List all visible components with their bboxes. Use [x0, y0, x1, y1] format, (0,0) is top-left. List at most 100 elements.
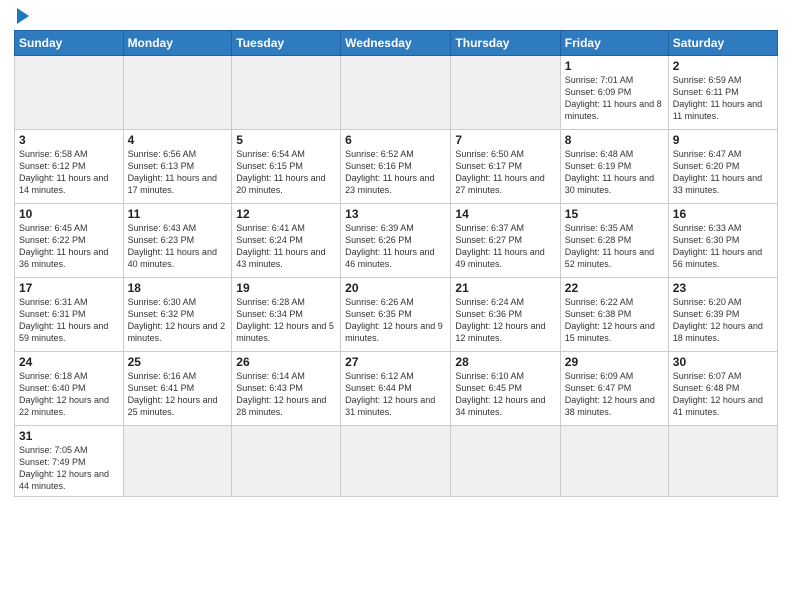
day-number: 14	[455, 207, 555, 221]
day-info: Sunrise: 6:48 AM Sunset: 6:19 PM Dayligh…	[565, 148, 664, 197]
day-number: 18	[128, 281, 228, 295]
day-info: Sunrise: 6:47 AM Sunset: 6:20 PM Dayligh…	[673, 148, 773, 197]
day-number: 31	[19, 429, 119, 443]
day-number: 11	[128, 207, 228, 221]
calendar-cell: 29Sunrise: 6:09 AM Sunset: 6:47 PM Dayli…	[560, 352, 668, 426]
day-info: Sunrise: 6:56 AM Sunset: 6:13 PM Dayligh…	[128, 148, 228, 197]
weekday-header-monday: Monday	[123, 31, 232, 56]
page: SundayMondayTuesdayWednesdayThursdayFrid…	[0, 0, 792, 507]
logo-triangle-icon	[17, 8, 29, 24]
day-info: Sunrise: 6:58 AM Sunset: 6:12 PM Dayligh…	[19, 148, 119, 197]
day-info: Sunrise: 6:52 AM Sunset: 6:16 PM Dayligh…	[345, 148, 446, 197]
calendar-cell: 31Sunrise: 7:05 AM Sunset: 7:49 PM Dayli…	[15, 426, 124, 497]
calendar-cell: 28Sunrise: 6:10 AM Sunset: 6:45 PM Dayli…	[451, 352, 560, 426]
day-info: Sunrise: 6:59 AM Sunset: 6:11 PM Dayligh…	[673, 74, 773, 123]
day-info: Sunrise: 6:33 AM Sunset: 6:30 PM Dayligh…	[673, 222, 773, 271]
calendar-cell: 17Sunrise: 6:31 AM Sunset: 6:31 PM Dayli…	[15, 278, 124, 352]
calendar-cell	[123, 426, 232, 497]
day-info: Sunrise: 6:30 AM Sunset: 6:32 PM Dayligh…	[128, 296, 228, 345]
day-number: 8	[565, 133, 664, 147]
day-info: Sunrise: 6:09 AM Sunset: 6:47 PM Dayligh…	[565, 370, 664, 419]
day-number: 24	[19, 355, 119, 369]
calendar-cell: 8Sunrise: 6:48 AM Sunset: 6:19 PM Daylig…	[560, 130, 668, 204]
calendar-cell: 27Sunrise: 6:12 AM Sunset: 6:44 PM Dayli…	[341, 352, 451, 426]
calendar-cell: 21Sunrise: 6:24 AM Sunset: 6:36 PM Dayli…	[451, 278, 560, 352]
day-number: 7	[455, 133, 555, 147]
calendar-cell: 7Sunrise: 6:50 AM Sunset: 6:17 PM Daylig…	[451, 130, 560, 204]
weekday-header-row: SundayMondayTuesdayWednesdayThursdayFrid…	[15, 31, 778, 56]
weekday-header-sunday: Sunday	[15, 31, 124, 56]
day-info: Sunrise: 6:20 AM Sunset: 6:39 PM Dayligh…	[673, 296, 773, 345]
header	[14, 10, 778, 24]
day-info: Sunrise: 6:54 AM Sunset: 6:15 PM Dayligh…	[236, 148, 336, 197]
calendar-cell: 16Sunrise: 6:33 AM Sunset: 6:30 PM Dayli…	[668, 204, 777, 278]
calendar-cell: 22Sunrise: 6:22 AM Sunset: 6:38 PM Dayli…	[560, 278, 668, 352]
calendar-cell: 11Sunrise: 6:43 AM Sunset: 6:23 PM Dayli…	[123, 204, 232, 278]
day-number: 1	[565, 59, 664, 73]
day-info: Sunrise: 6:39 AM Sunset: 6:26 PM Dayligh…	[345, 222, 446, 271]
weekday-header-friday: Friday	[560, 31, 668, 56]
day-number: 12	[236, 207, 336, 221]
day-number: 20	[345, 281, 446, 295]
calendar-cell: 26Sunrise: 6:14 AM Sunset: 6:43 PM Dayli…	[232, 352, 341, 426]
day-info: Sunrise: 6:43 AM Sunset: 6:23 PM Dayligh…	[128, 222, 228, 271]
day-info: Sunrise: 6:16 AM Sunset: 6:41 PM Dayligh…	[128, 370, 228, 419]
calendar-cell: 30Sunrise: 6:07 AM Sunset: 6:48 PM Dayli…	[668, 352, 777, 426]
day-info: Sunrise: 6:37 AM Sunset: 6:27 PM Dayligh…	[455, 222, 555, 271]
day-info: Sunrise: 6:18 AM Sunset: 6:40 PM Dayligh…	[19, 370, 119, 419]
calendar-cell	[15, 56, 124, 130]
calendar-cell: 2Sunrise: 6:59 AM Sunset: 6:11 PM Daylig…	[668, 56, 777, 130]
calendar-cell	[451, 56, 560, 130]
calendar-cell: 5Sunrise: 6:54 AM Sunset: 6:15 PM Daylig…	[232, 130, 341, 204]
day-number: 30	[673, 355, 773, 369]
calendar-cell	[232, 426, 341, 497]
day-info: Sunrise: 7:05 AM Sunset: 7:49 PM Dayligh…	[19, 444, 119, 493]
calendar-cell	[560, 426, 668, 497]
day-number: 9	[673, 133, 773, 147]
calendar-cell: 18Sunrise: 6:30 AM Sunset: 6:32 PM Dayli…	[123, 278, 232, 352]
day-number: 16	[673, 207, 773, 221]
weekday-header-thursday: Thursday	[451, 31, 560, 56]
day-number: 22	[565, 281, 664, 295]
day-info: Sunrise: 6:45 AM Sunset: 6:22 PM Dayligh…	[19, 222, 119, 271]
day-number: 2	[673, 59, 773, 73]
day-info: Sunrise: 6:35 AM Sunset: 6:28 PM Dayligh…	[565, 222, 664, 271]
weekday-header-wednesday: Wednesday	[341, 31, 451, 56]
calendar-cell	[341, 56, 451, 130]
calendar-cell: 4Sunrise: 6:56 AM Sunset: 6:13 PM Daylig…	[123, 130, 232, 204]
day-number: 6	[345, 133, 446, 147]
day-info: Sunrise: 6:28 AM Sunset: 6:34 PM Dayligh…	[236, 296, 336, 345]
day-info: Sunrise: 6:10 AM Sunset: 6:45 PM Dayligh…	[455, 370, 555, 419]
day-info: Sunrise: 6:26 AM Sunset: 6:35 PM Dayligh…	[345, 296, 446, 345]
calendar-cell: 14Sunrise: 6:37 AM Sunset: 6:27 PM Dayli…	[451, 204, 560, 278]
day-number: 17	[19, 281, 119, 295]
day-info: Sunrise: 6:12 AM Sunset: 6:44 PM Dayligh…	[345, 370, 446, 419]
day-number: 15	[565, 207, 664, 221]
day-number: 13	[345, 207, 446, 221]
calendar-cell: 13Sunrise: 6:39 AM Sunset: 6:26 PM Dayli…	[341, 204, 451, 278]
day-info: Sunrise: 7:01 AM Sunset: 6:09 PM Dayligh…	[565, 74, 664, 123]
calendar-cell: 19Sunrise: 6:28 AM Sunset: 6:34 PM Dayli…	[232, 278, 341, 352]
logo	[14, 10, 29, 24]
calendar-week-row: 1Sunrise: 7:01 AM Sunset: 6:09 PM Daylig…	[15, 56, 778, 130]
weekday-header-tuesday: Tuesday	[232, 31, 341, 56]
day-number: 28	[455, 355, 555, 369]
calendar-cell: 20Sunrise: 6:26 AM Sunset: 6:35 PM Dayli…	[341, 278, 451, 352]
calendar-week-row: 3Sunrise: 6:58 AM Sunset: 6:12 PM Daylig…	[15, 130, 778, 204]
day-number: 21	[455, 281, 555, 295]
calendar-week-row: 24Sunrise: 6:18 AM Sunset: 6:40 PM Dayli…	[15, 352, 778, 426]
calendar-cell: 6Sunrise: 6:52 AM Sunset: 6:16 PM Daylig…	[341, 130, 451, 204]
day-number: 5	[236, 133, 336, 147]
day-number: 19	[236, 281, 336, 295]
calendar-cell	[123, 56, 232, 130]
day-number: 25	[128, 355, 228, 369]
day-info: Sunrise: 6:31 AM Sunset: 6:31 PM Dayligh…	[19, 296, 119, 345]
day-info: Sunrise: 6:22 AM Sunset: 6:38 PM Dayligh…	[565, 296, 664, 345]
weekday-header-saturday: Saturday	[668, 31, 777, 56]
calendar-cell: 23Sunrise: 6:20 AM Sunset: 6:39 PM Dayli…	[668, 278, 777, 352]
calendar-week-row: 17Sunrise: 6:31 AM Sunset: 6:31 PM Dayli…	[15, 278, 778, 352]
calendar-cell	[668, 426, 777, 497]
calendar-cell	[232, 56, 341, 130]
day-info: Sunrise: 6:07 AM Sunset: 6:48 PM Dayligh…	[673, 370, 773, 419]
day-info: Sunrise: 6:50 AM Sunset: 6:17 PM Dayligh…	[455, 148, 555, 197]
